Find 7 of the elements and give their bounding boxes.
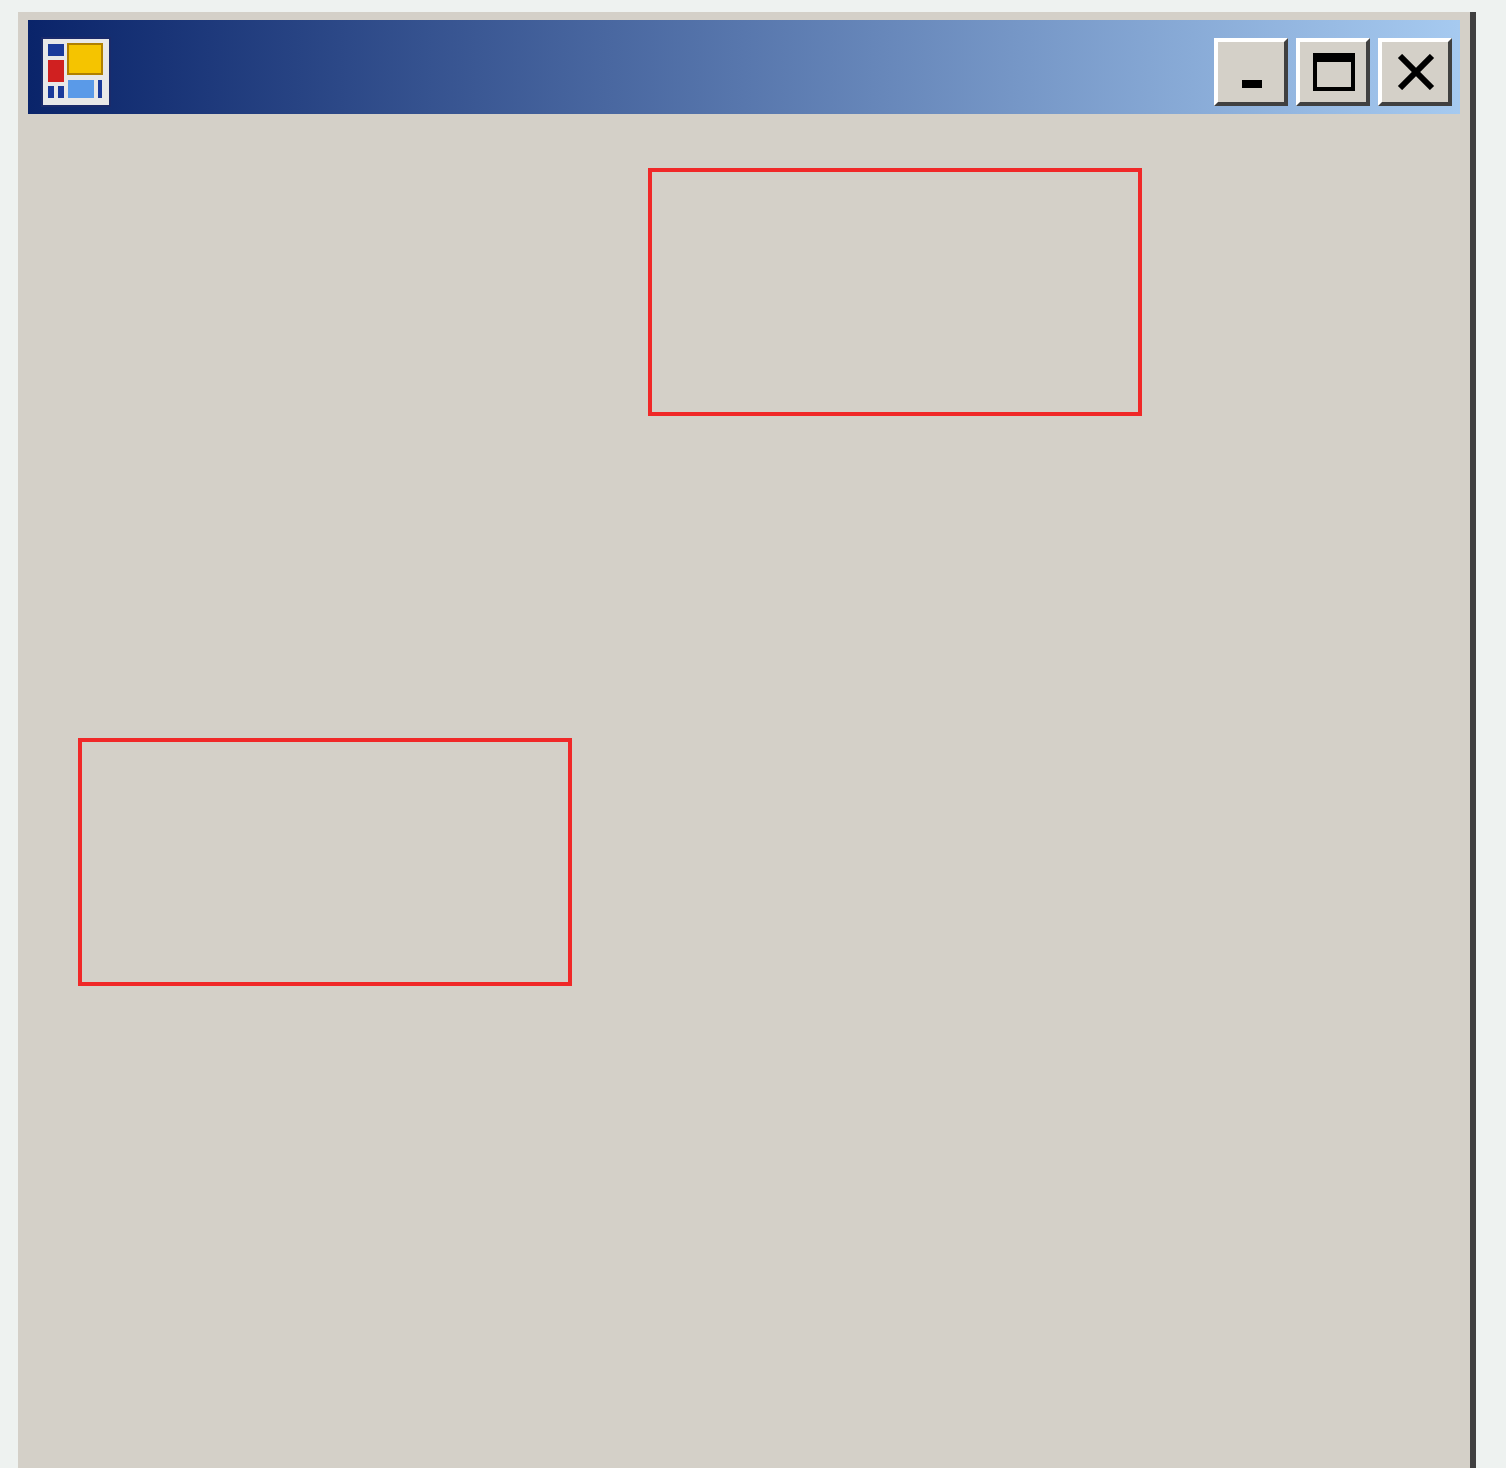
close-button[interactable] bbox=[1378, 37, 1452, 105]
maximize-icon bbox=[1311, 51, 1355, 91]
maximize-button[interactable] bbox=[1296, 37, 1370, 105]
minimize-button[interactable] bbox=[1214, 37, 1288, 105]
minimize-icon bbox=[1241, 79, 1261, 87]
app-icon bbox=[40, 35, 112, 107]
close-icon bbox=[1395, 53, 1435, 89]
